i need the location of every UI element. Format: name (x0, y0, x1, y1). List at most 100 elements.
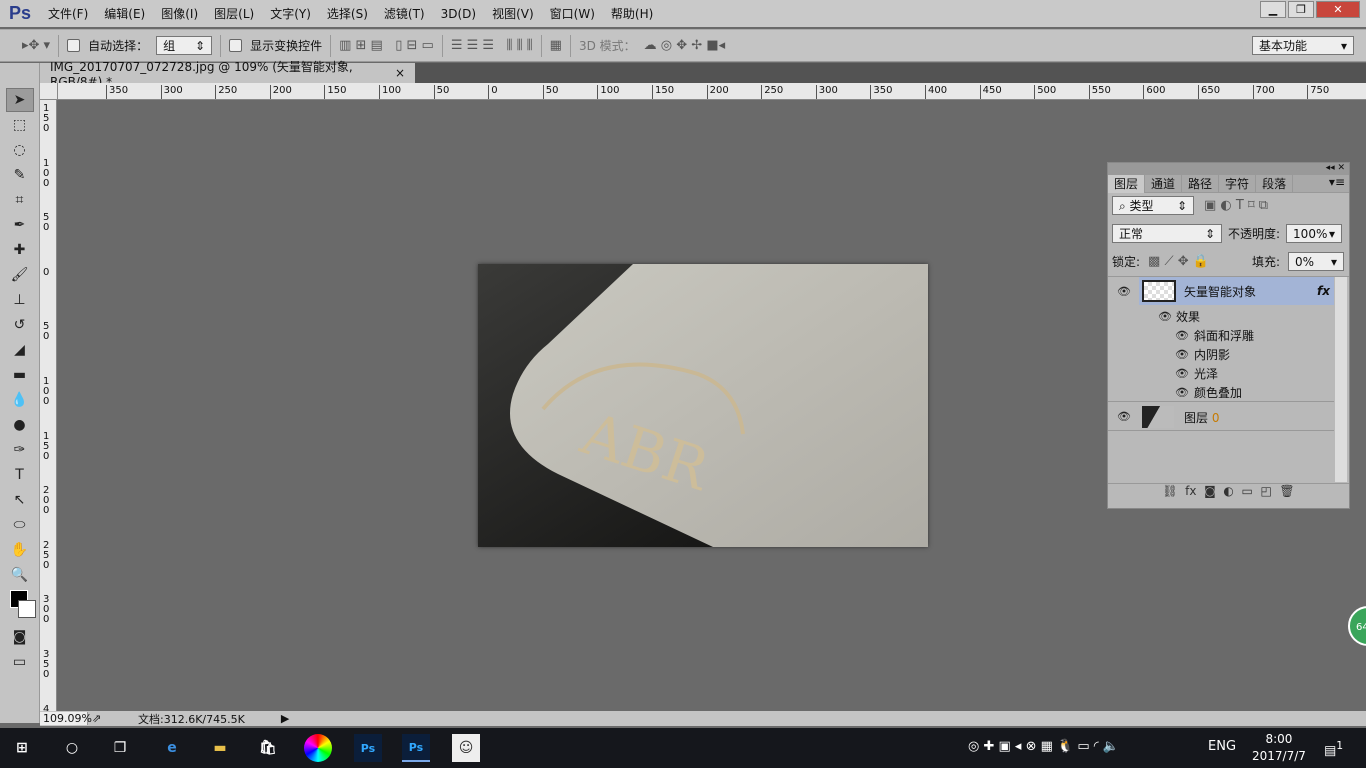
visibility-eye-icon[interactable]: 👁 (1117, 410, 1131, 423)
menu-image[interactable]: 图像(I) (153, 5, 206, 22)
floating-badge[interactable]: 64 (1348, 606, 1366, 646)
marquee-tool[interactable]: ⬚ (6, 113, 34, 137)
horizontal-ruler[interactable]: 350 300 250 200 150 100 50 0 50 100 150 200 250 300 35… (58, 83, 1366, 100)
edge-icon[interactable]: e (158, 734, 186, 762)
3d-tools-icons[interactable]: ☁ ◎ ✥ ✢ ■◂ (644, 38, 725, 53)
restore-button[interactable]: ❐ (1288, 1, 1314, 18)
move-tool-icon[interactable]: ▸✥ ▾ (22, 38, 50, 53)
filter-icons[interactable]: ▣ ◐ T ⌑ ⧉ (1204, 198, 1268, 213)
tray-icons[interactable]: ◎ ✚ ▣ ◂ ⊗ ▦ 🐧 ▭ ◜ 🔈 (968, 739, 1119, 754)
blend-mode-dropdown[interactable]: 正常 ⇕ (1112, 224, 1222, 243)
menu-type[interactable]: 文字(Y) (262, 5, 319, 22)
share-icon[interactable]: ⇗ (88, 712, 138, 725)
visibility-eye-icon[interactable]: 👁 (1158, 310, 1172, 323)
filter-dropdown[interactable]: ⌕ 类型 ⇕ (1112, 196, 1194, 215)
menu-layer[interactable]: 图层(L) (206, 5, 262, 22)
effect-item[interactable]: 内阴影 (1194, 346, 1230, 363)
tab-paths[interactable]: 路径 (1182, 175, 1220, 193)
layer-actions[interactable]: ⛓ fx ◙ ◐ ▭ ◰ 🗑 (1108, 483, 1349, 501)
tab-paragraph[interactable]: 段落 (1256, 175, 1294, 193)
path-select-tool[interactable]: ↖ (6, 488, 34, 512)
photoshop-logo: Ps (8, 3, 32, 23)
brush-tool[interactable]: 🖌 (6, 263, 34, 287)
close-tab-icon[interactable]: × (395, 66, 405, 80)
cortana-icon[interactable]: ○ (58, 734, 86, 762)
visibility-eye-icon[interactable]: 👁 (1117, 285, 1131, 298)
quick-mask-icon[interactable]: ◙ (6, 625, 34, 649)
file-explorer-icon[interactable]: ▬ (206, 734, 234, 762)
menu-window[interactable]: 窗口(W) (542, 5, 603, 22)
screen-mode-icon[interactable]: ▭ (6, 650, 34, 674)
distribute-icons[interactable]: ☰ ☰ ☰ ⫼ ⫼ ⫼ (451, 38, 533, 53)
fx-icon[interactable]: fx (1317, 284, 1330, 298)
fill-field[interactable]: 0% ▾ (1288, 252, 1344, 271)
visibility-eye-icon[interactable]: 👁 (1175, 386, 1189, 399)
effect-item[interactable]: 颜色叠加 (1194, 384, 1242, 401)
color-swatches[interactable] (6, 588, 36, 624)
background-color[interactable] (17, 600, 36, 618)
hand-tool[interactable]: ✋ (6, 538, 34, 562)
layer-row-layer0[interactable]: 👁 图层 0 (1108, 403, 1334, 431)
document-tab[interactable]: IMG_20170707_072728.jpg @ 109% (矢量智能对象, … (40, 60, 415, 89)
auto-select-checkbox[interactable] (67, 39, 81, 52)
layer-row-smart-object[interactable]: 👁 矢量智能对象 fx 👁 效果 👁 斜面和浮雕 👁 内阴影 👁 光泽 👁 颜色… (1108, 277, 1334, 402)
photoshop-active-taskbar-icon[interactable]: Ps (402, 734, 430, 762)
vertical-ruler[interactable]: 15010050050100150200250300350400 (40, 100, 57, 711)
auto-select-dropdown[interactable]: 组 ⇕ (156, 36, 213, 55)
stamp-tool[interactable]: ⊥ (6, 288, 34, 312)
history-brush-tool[interactable]: ↺ (6, 313, 34, 337)
clock[interactable]: 8:00 2017/7/7 (1252, 731, 1306, 765)
store-icon[interactable]: 🛍 (254, 734, 282, 762)
close-button[interactable]: ✕ (1316, 1, 1360, 18)
crop-tool[interactable]: ⌗ (6, 188, 34, 212)
align-icons[interactable]: ▥ ⊞ ▤ ▯ ⊟ ▭ (339, 38, 434, 53)
start-icon[interactable]: ⊞ (8, 734, 36, 762)
blur-tool[interactable]: 💧 (6, 388, 34, 412)
eyedropper-tool[interactable]: ✒ (6, 213, 34, 237)
color-app-icon[interactable] (304, 734, 332, 762)
panel-menu-icon[interactable]: ▾≡ (1329, 175, 1349, 192)
image-viewer-icon[interactable]: ☺ (452, 734, 480, 762)
tab-layers[interactable]: 图层 (1108, 175, 1146, 193)
status-menu-arrow[interactable]: ▶ (281, 712, 289, 725)
layers-scrollbar[interactable] (1335, 277, 1347, 482)
menu-view[interactable]: 视图(V) (484, 5, 542, 22)
effect-item[interactable]: 斜面和浮雕 (1194, 327, 1254, 344)
zoom-level[interactable]: 109.09% (40, 712, 92, 725)
menu-edit[interactable]: 编辑(E) (96, 5, 153, 22)
quick-select-tool[interactable]: ✎ (6, 163, 34, 187)
lock-icons[interactable]: ▩ ⟋ ✥ 🔒 (1148, 254, 1209, 269)
pen-tool[interactable]: ✑ (6, 438, 34, 462)
visibility-eye-icon[interactable]: 👁 (1175, 367, 1189, 380)
menu-3d[interactable]: 3D(D) (433, 7, 484, 21)
effect-item[interactable]: 光泽 (1194, 365, 1218, 382)
photoshop-taskbar-icon[interactable]: Ps (354, 734, 382, 762)
menu-file[interactable]: 文件(F) (40, 5, 96, 22)
menu-help[interactable]: 帮助(H) (603, 5, 661, 22)
type-tool[interactable]: T (6, 463, 34, 487)
show-transform-checkbox[interactable] (229, 39, 243, 52)
visibility-eye-icon[interactable]: 👁 (1175, 348, 1189, 361)
menu-select[interactable]: 选择(S) (319, 5, 376, 22)
eraser-tool[interactable]: ◢ (6, 338, 34, 362)
workspace-dropdown[interactable]: 基本功能 ▾ (1252, 36, 1354, 55)
lasso-tool[interactable]: ◌ (6, 138, 34, 162)
document-canvas[interactable]: ABR (478, 264, 928, 547)
auto-align-icon[interactable]: ▦ (550, 38, 562, 53)
task-view-icon[interactable]: ❐ (106, 734, 134, 762)
tab-character[interactable]: 字符 (1219, 175, 1257, 193)
opacity-field[interactable]: 100% ▾ (1286, 224, 1343, 243)
ruler-origin[interactable] (40, 83, 58, 100)
tab-channels[interactable]: 通道 (1145, 175, 1183, 193)
language-indicator[interactable]: ENG (1208, 739, 1236, 754)
dodge-tool[interactable]: ● (6, 413, 34, 437)
healing-tool[interactable]: ✚ (6, 238, 34, 262)
zoom-tool[interactable]: 🔍 (6, 563, 34, 587)
gradient-tool[interactable]: ▬ (6, 363, 34, 387)
visibility-eye-icon[interactable]: 👁 (1175, 329, 1189, 342)
move-tool[interactable]: ➤ (5, 88, 34, 112)
menu-filter[interactable]: 滤镜(T) (376, 5, 433, 22)
minimize-button[interactable]: ▁ (1260, 1, 1286, 18)
notifications-icon[interactable]: ▤1 (1324, 739, 1343, 758)
ellipse-tool[interactable]: ⬭ (6, 513, 34, 537)
